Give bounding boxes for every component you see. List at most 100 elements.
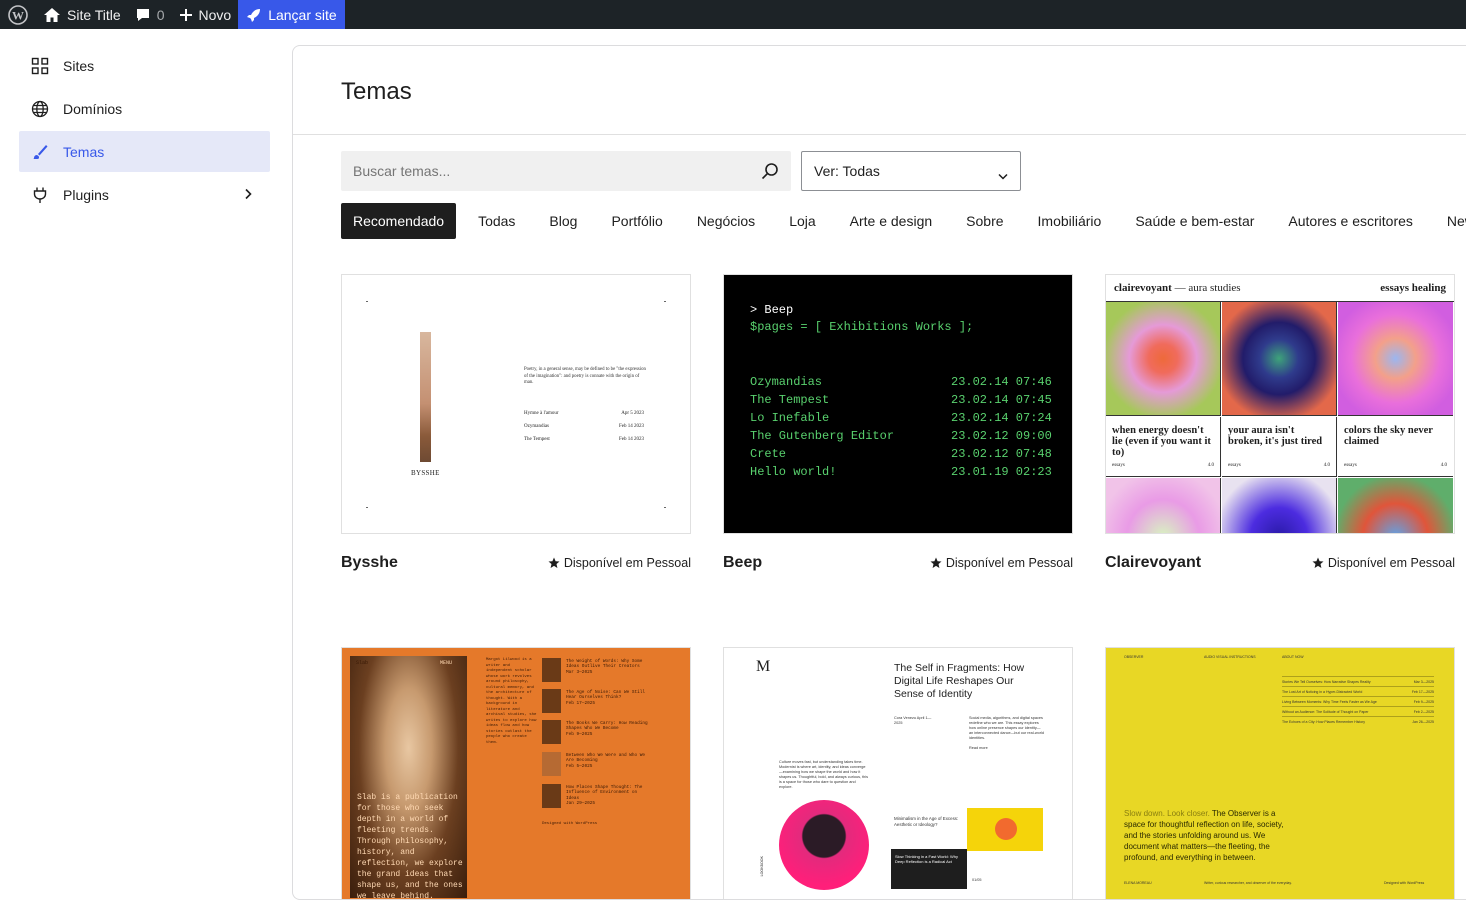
- theme-preview-slab[interactable]: Slab MENU Slab is a publication for thos…: [341, 647, 691, 899]
- theme-card-slab[interactable]: Slab MENU Slab is a publication for thos…: [341, 647, 691, 899]
- corner-mark: [366, 507, 368, 508]
- launch-site-button[interactable]: Lançar site: [238, 0, 345, 29]
- tab-store[interactable]: Loja: [777, 203, 827, 239]
- sidebar-item-sites[interactable]: Sites: [19, 45, 270, 86]
- preview-post-title: Hello world!: [750, 465, 837, 479]
- preview-post-date: 23.02.14 07:45: [951, 393, 1052, 407]
- theme-card-bysshe[interactable]: BYSSHE Poetry, in a general sense, may b…: [341, 274, 691, 572]
- theme-card-beep[interactable]: > Beep $pages = [ Exhibitions Works ]; O…: [723, 274, 1073, 572]
- comments-link[interactable]: 0: [128, 0, 172, 29]
- availability-badge: Disponível em Pessoal: [930, 556, 1073, 570]
- preview-post: The Books We Carry: How Reading Shapes W…: [542, 720, 652, 746]
- star-icon: [930, 557, 942, 568]
- preview-post-title: Crete: [750, 447, 787, 461]
- preview-site-name: BYSSHE: [411, 469, 440, 477]
- tab-business[interactable]: Negócios: [685, 203, 767, 239]
- preview-logo: M: [756, 658, 771, 675]
- theme-card-clairevoyant[interactable]: clairevoyant — aura studies essays heali…: [1105, 274, 1455, 572]
- tab-health-wellness[interactable]: Saúde e bem-estar: [1123, 203, 1266, 239]
- theme-name[interactable]: Beep: [723, 554, 762, 572]
- aura-image: [1222, 302, 1337, 416]
- preview-post-title: The Gutenberg Editor: [750, 429, 895, 443]
- preview-nav-item: AUDIO VISUAL INSTRUCTIONS: [1204, 655, 1256, 659]
- comment-icon: [136, 8, 149, 21]
- sidebar-item-plugins[interactable]: Plugins: [19, 174, 270, 215]
- tab-recommended[interactable]: Recomendado: [341, 203, 457, 239]
- preview-nav-item: ABOUT NOW: [1282, 655, 1304, 659]
- site-title-link[interactable]: Site Title: [36, 0, 128, 29]
- tab-about[interactable]: Sobre: [954, 203, 1015, 239]
- preview-headline: The Self in Fragments: How Digital Life …: [894, 662, 1025, 700]
- preview-post-row: Ozymandias Feb 14 2023: [524, 424, 644, 429]
- page-title: Temas: [341, 78, 412, 105]
- filter-select-label: Ver: Todas: [814, 163, 880, 179]
- theme-name[interactable]: Bysshe: [341, 554, 398, 572]
- wordpress-logo-icon[interactable]: W: [0, 0, 36, 29]
- sidebar-item-label: Plugins: [63, 186, 109, 203]
- tab-blog[interactable]: Blog: [537, 203, 589, 239]
- preview-post-date: 23.02.14 07:46: [951, 375, 1052, 389]
- plug-icon: [31, 186, 49, 204]
- preview-card-title: Minimalism in the Age of Excess: Aesthet…: [894, 816, 959, 827]
- preview-post-date: 23.02.14 07:24: [951, 411, 1052, 425]
- preview-author: ELENA MOREAU: [1124, 881, 1152, 885]
- chevron-down-icon: [998, 167, 1008, 183]
- sidebar-item-label: Sites: [63, 57, 95, 74]
- plus-icon: [179, 8, 192, 21]
- tab-authors-writers[interactable]: Autores e escritores: [1276, 203, 1425, 239]
- preview-caption: when energy doesn't lie (even if you wan…: [1106, 417, 1221, 477]
- filter-select[interactable]: Ver: Todas: [801, 151, 1021, 191]
- tab-real-estate[interactable]: Imobiliário: [1026, 203, 1114, 239]
- preview-menu: MENU: [440, 660, 453, 666]
- preview-author-bio: Writer, curious researcher, and observer…: [1204, 881, 1292, 885]
- sidebar-item-themes[interactable]: Temas: [19, 131, 270, 172]
- theme-preview-beep[interactable]: > Beep $pages = [ Exhibitions Works ]; O…: [723, 274, 1073, 534]
- preview-post-title: The Tempest: [750, 393, 830, 407]
- preview-post-date: 23.02.12 07:48: [951, 447, 1052, 461]
- aura-image: [1338, 302, 1453, 416]
- theme-preview-fragments[interactable]: M The Self in Fragments: How Digital Lif…: [723, 647, 1073, 899]
- sidebar-item-domains[interactable]: Domínios: [19, 88, 270, 129]
- tab-all[interactable]: Todas: [466, 203, 527, 239]
- preview-post-date: 23.02.12 09:00: [951, 429, 1052, 443]
- preview-footer: Designed with WordPress: [1384, 881, 1425, 885]
- preview-counter: 01/05: [972, 878, 982, 882]
- search-icon[interactable]: [761, 162, 779, 185]
- new-content-link[interactable]: Novo: [172, 0, 239, 29]
- preview-bio: Margot Lilwood is a writer and independe…: [486, 658, 537, 745]
- availability-badge: Disponível em Pessoal: [1312, 556, 1455, 570]
- theme-card-fragments[interactable]: M The Self in Fragments: How Digital Lif…: [723, 647, 1073, 899]
- preview-site-name: OBSERVER: [1124, 655, 1144, 659]
- corner-mark: [664, 507, 666, 508]
- theme-preview-clairevoyant[interactable]: clairevoyant — aura studies essays heali…: [1105, 274, 1455, 534]
- preview-post-row: The Tempest Feb 14 2023: [524, 437, 644, 442]
- preview-quote: Poetry, in a general sense, may be defin…: [524, 367, 646, 385]
- preview-post-list: Stories We Tell Ourselves: How Narrative…: [1282, 676, 1434, 726]
- admin-bar: W Site Title 0 Novo Lançar site: [0, 0, 1466, 29]
- theme-name[interactable]: Clairevoyant: [1105, 554, 1201, 572]
- brush-icon: [31, 143, 49, 161]
- preview-caption: colors the sky never claimed essays 4.0: [1338, 417, 1453, 477]
- launch-label: Lançar site: [268, 6, 337, 23]
- preview-image: [420, 332, 431, 462]
- preview-post-row: Hymne à l'amour Apr 5 2023: [524, 411, 644, 416]
- preview-image: [967, 808, 1043, 851]
- theme-card-observer[interactable]: OBSERVER AUDIO VISUAL INSTRUCTIONS ABOUT…: [1105, 647, 1455, 899]
- chevron-right-icon: [244, 187, 252, 203]
- preview-caption: your aura isn't broken, it's just tired e…: [1222, 417, 1337, 477]
- corner-mark: [366, 301, 368, 302]
- preview-read-more: Read more: [969, 746, 988, 750]
- theme-preview-observer[interactable]: OBSERVER AUDIO VISUAL INSTRUCTIONS ABOUT…: [1105, 647, 1455, 899]
- home-icon: [44, 7, 60, 22]
- star-icon: [1312, 557, 1324, 568]
- corner-mark: [664, 301, 666, 302]
- preview-post-date: 23.01.19 02:23: [951, 465, 1052, 479]
- search-input[interactable]: [341, 151, 741, 191]
- theme-preview-bysshe[interactable]: BYSSHE Poetry, in a general sense, may b…: [341, 274, 691, 534]
- tab-portfolio[interactable]: Portfólio: [599, 203, 674, 239]
- aura-image: [1106, 478, 1221, 533]
- preview-site-name: Slab: [356, 660, 369, 666]
- tab-art-design[interactable]: Arte e design: [838, 203, 945, 239]
- preview-side-label: LOOKBOOK: [760, 856, 764, 877]
- tab-new[interactable]: New: [1435, 203, 1466, 239]
